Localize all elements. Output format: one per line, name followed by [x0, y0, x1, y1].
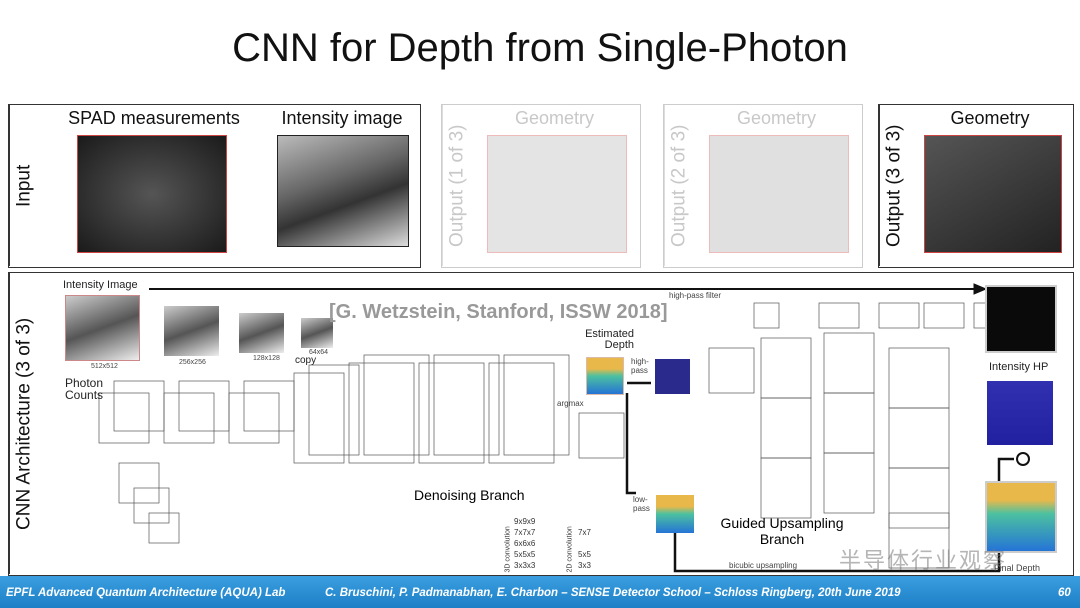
- high-pass-filter-label: high-pass filter: [669, 291, 722, 300]
- dim-label: 512x512: [91, 363, 118, 370]
- geometry-render-2: [709, 135, 849, 253]
- conv3d-7: 7x7x7: [514, 528, 536, 537]
- footer-credits: C. Bruschini, P. Padmanabhan, E. Charbon…: [325, 587, 901, 599]
- conv-legend: 3D convolution 9x9x9 7x7x7 6x6x6 5x5x5 3…: [494, 515, 634, 573]
- output-3-caption: Geometry: [950, 108, 1030, 128]
- output-2-caption: Geometry: [736, 108, 817, 128]
- output-2-panel: Output (2 of 3) Geometry: [663, 104, 863, 268]
- conv3d-6: 6x6x6: [514, 539, 536, 548]
- conv3d-title: 3D convolution: [504, 526, 512, 573]
- estimated-depth-label: Estimated Depth: [585, 328, 634, 351]
- geometry-render-1: [487, 135, 627, 253]
- low-pass-label: low-pass: [633, 495, 650, 513]
- high-pass-label: high-pass: [631, 357, 649, 375]
- conv2d-3: 3x3: [578, 561, 591, 570]
- intensity-hp-label: Intensity HP: [989, 361, 1049, 373]
- output-3-panel: Output (3 of 3) Geometry: [878, 104, 1074, 268]
- intensity-thumb-256: [164, 306, 219, 356]
- conv3d-5: 5x5x5: [514, 550, 536, 559]
- argmax-label: argmax: [557, 399, 584, 408]
- conv2d-title: 2D convolution: [566, 526, 574, 573]
- output-1-caption: Geometry: [514, 108, 595, 128]
- output-3-label: Output (3 of 3): [879, 105, 909, 266]
- footer-bar: EPFL Advanced Quantum Architecture (AQUA…: [0, 576, 1080, 608]
- photon-counts-label: Photon Counts: [65, 376, 104, 402]
- sum-node: [1016, 452, 1030, 466]
- intensity-thumb-128: [239, 313, 284, 353]
- conv3d-9: 9x9x9: [514, 517, 536, 526]
- estimated-depth-map: [586, 357, 624, 395]
- slide-title: CNN for Depth from Single-Photon: [232, 26, 848, 70]
- input-panel: Input SPAD measurements Intensity image: [8, 104, 421, 268]
- conv3d-3: 3x3x3: [514, 561, 536, 570]
- intensity-caption: Intensity image: [281, 108, 403, 128]
- citation: [G. Wetzstein, Stanford, ISSW 2018]: [329, 301, 668, 323]
- guided-upsampling-label: Guided Upsampling Branch: [720, 515, 844, 547]
- low-pass-depth-map: [656, 495, 694, 533]
- architecture-panel: CNN Architecture (3 of 3) Intensity Imag…: [8, 272, 1074, 576]
- guide-feature-map: [987, 381, 1053, 445]
- intensity-hp-image: [985, 285, 1057, 353]
- output-2-label: Output (2 of 3): [664, 105, 694, 266]
- watermark: 半导体行业观察: [839, 548, 1008, 573]
- conv2d-5: 5x5: [578, 550, 591, 559]
- high-pass-depth-map: [655, 359, 690, 394]
- conv2d-7: 7x7: [578, 528, 591, 537]
- low-pass-arrow: [625, 393, 636, 495]
- footer-lab: EPFL Advanced Quantum Architecture (AQUA…: [6, 587, 286, 599]
- dim-label: 256x256: [179, 359, 206, 366]
- input-label: Input: [9, 105, 39, 266]
- output-1-panel: Output (1 of 3) Geometry: [441, 104, 641, 268]
- dim-label: 128x128: [253, 355, 280, 362]
- intensity-thumb-512: [65, 295, 140, 361]
- architecture-label: CNN Architecture (3 of 3): [9, 273, 39, 574]
- intensity-image-label: Intensity Image: [63, 279, 138, 291]
- intensity-image: [277, 135, 409, 247]
- spad-caption: SPAD measurements: [68, 108, 240, 128]
- bicubic-upsampling-label: bicubic upsampling: [729, 561, 798, 570]
- page-number: 60: [1058, 587, 1071, 599]
- copy-label: copy: [295, 355, 317, 366]
- output-1-label: Output (1 of 3): [442, 105, 472, 266]
- denoising-branch-label: Denoising Branch: [414, 487, 525, 503]
- geometry-render-3: [924, 135, 1062, 253]
- spad-volume: [77, 135, 227, 253]
